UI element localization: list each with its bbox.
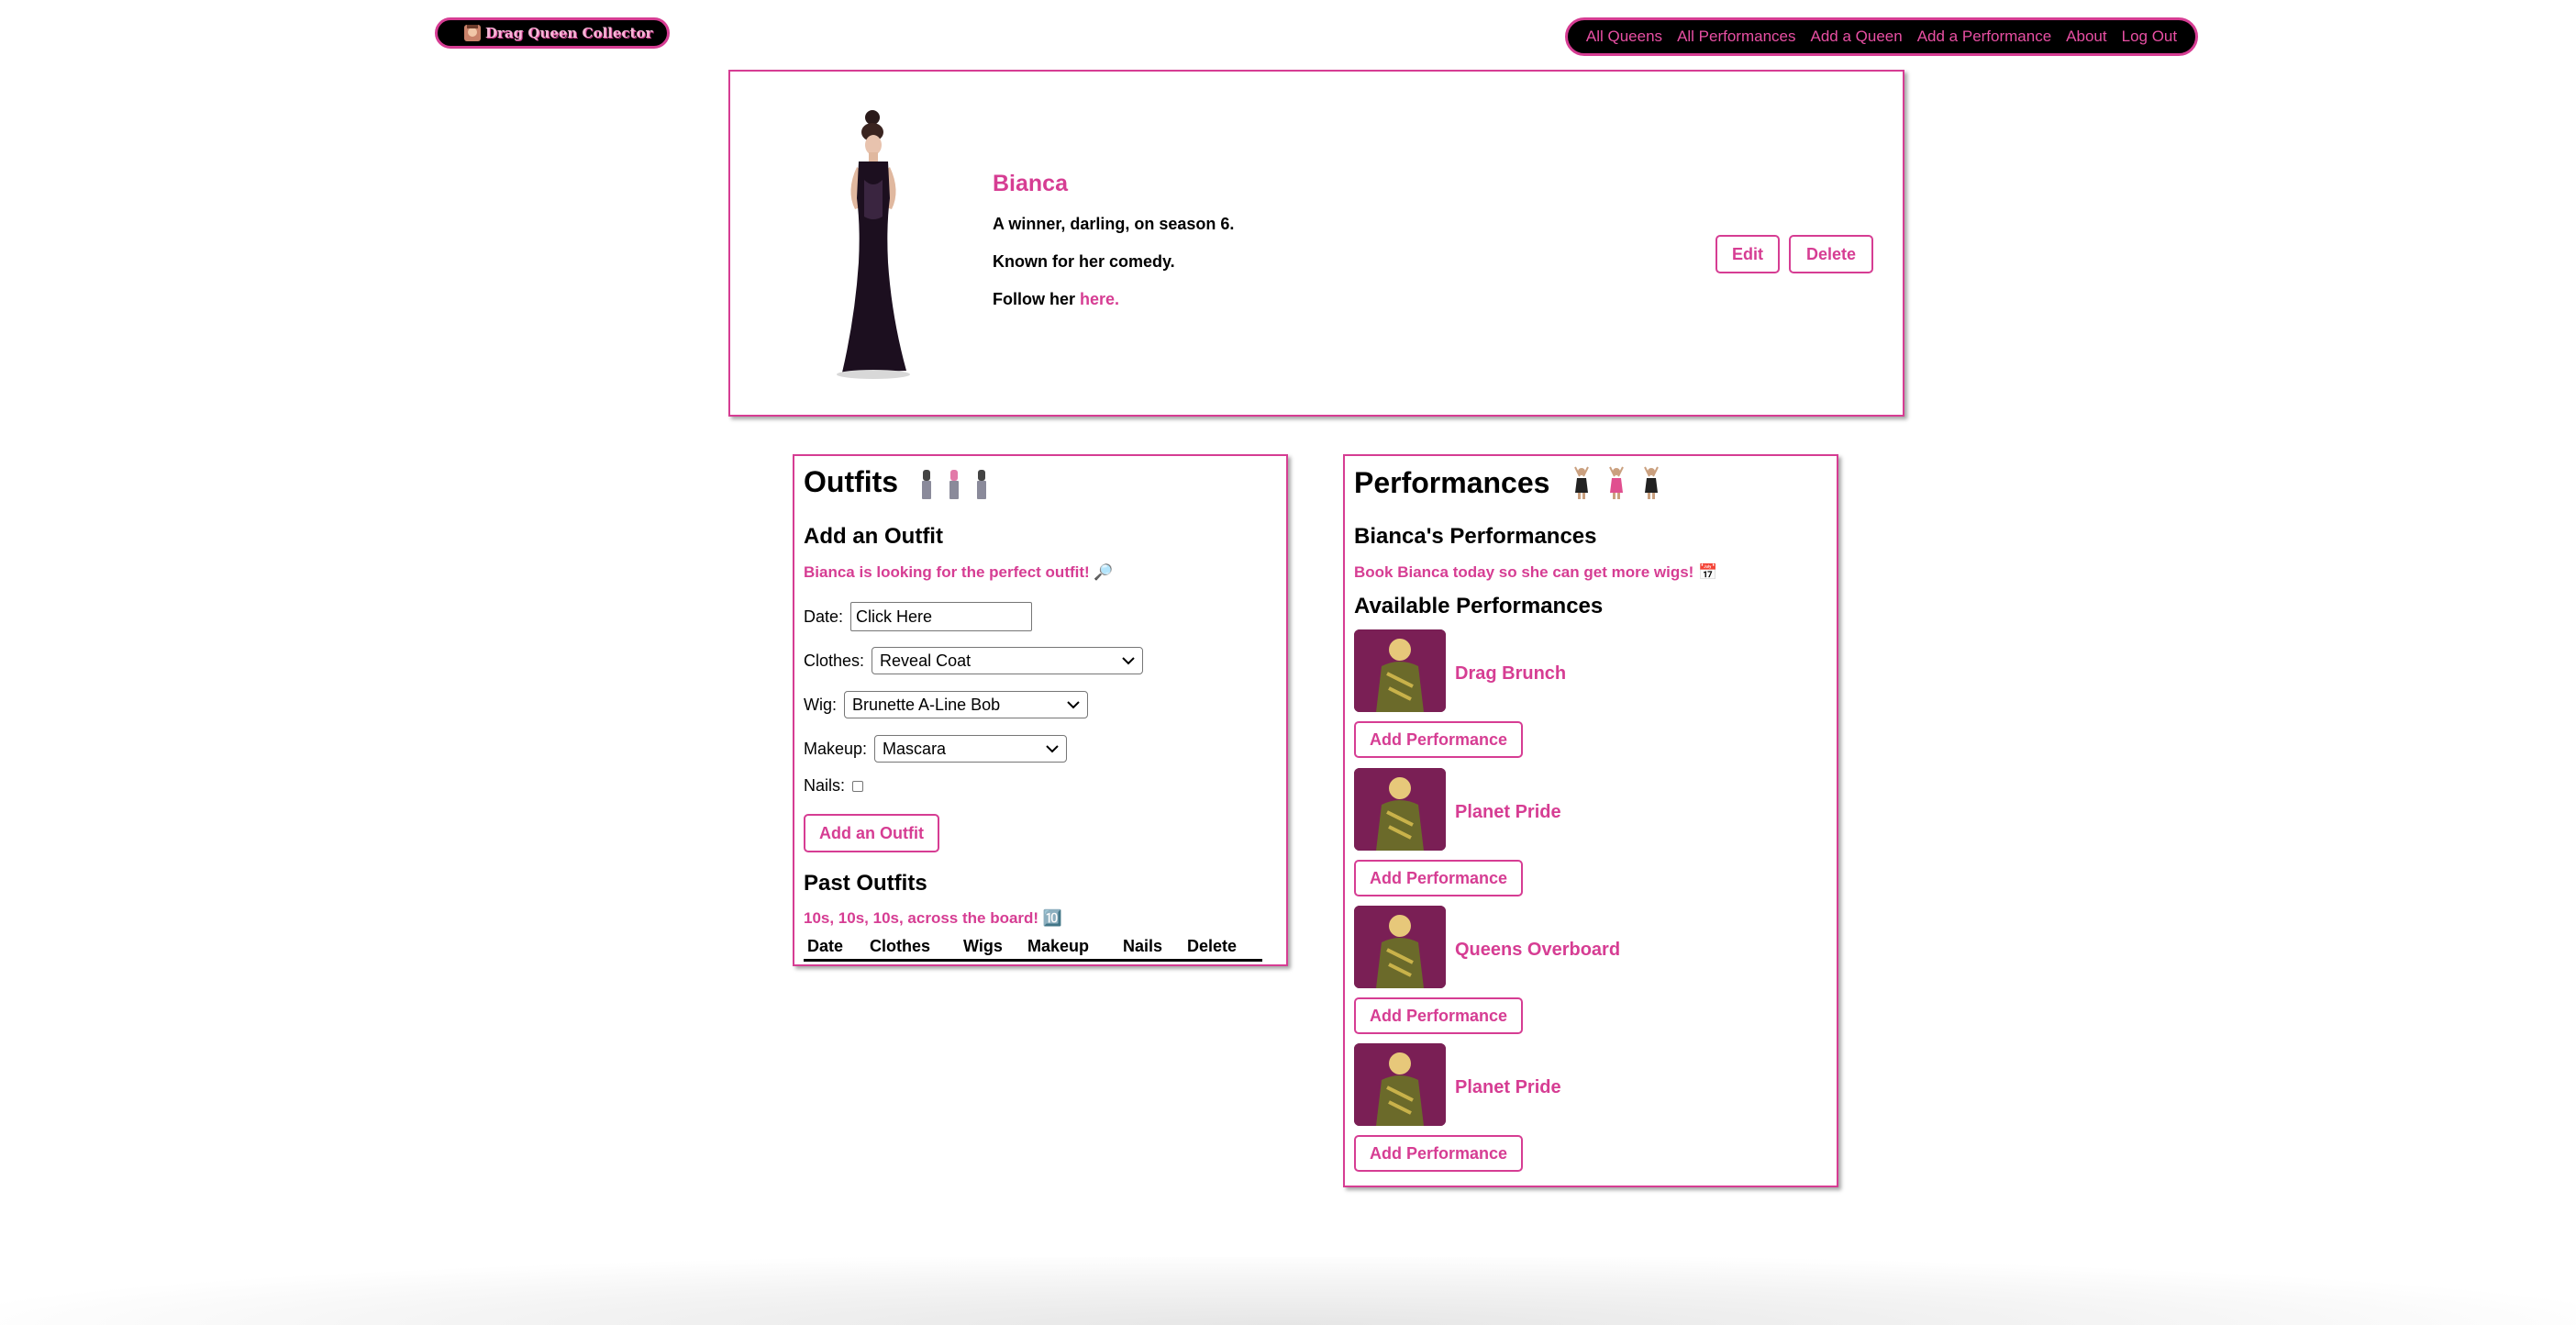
nav-all-performances[interactable]: All Performances <box>1677 28 1795 46</box>
edit-button[interactable]: Edit <box>1715 235 1780 273</box>
nav-add-performance[interactable]: Add a Performance <box>1917 28 2051 46</box>
nails-row: Nails: <box>804 776 864 796</box>
nav-all-queens[interactable]: All Queens <box>1586 28 1662 46</box>
makeup-select[interactable]: Mascara <box>874 735 1068 763</box>
nav-log-out[interactable]: Log Out <box>2122 28 2178 46</box>
col-wigs: Wigs <box>963 937 1003 955</box>
lipstick-icon <box>949 469 960 499</box>
nav-about[interactable]: About <box>2066 28 2106 46</box>
col-nails: Nails <box>1123 937 1163 955</box>
add-outfit-button[interactable]: Add an Outfit <box>804 814 939 852</box>
queen-known-for: Known for her comedy. <box>993 252 1175 271</box>
performance-image <box>1354 629 1446 712</box>
queen-face-icon <box>464 25 481 41</box>
performance-name[interactable]: Drag Brunch <box>1455 663 1566 685</box>
add-performance-button[interactable]: Add Performance <box>1354 721 1523 758</box>
add-performance-button[interactable]: Add Performance <box>1354 997 1523 1034</box>
clothes-select[interactable]: Reveal Coat <box>872 647 1144 674</box>
wig-row: Wig: Brunette A-Line Bob <box>804 691 1088 718</box>
outfits-table-header: Date Clothes Wigs Makeup Nails Delete <box>804 937 1262 962</box>
queen-performances-heading: Bianca's Performances <box>1354 524 1597 549</box>
makeup-label: Makeup: <box>804 739 868 758</box>
col-delete: Delete <box>1187 937 1238 955</box>
chevron-down-icon <box>1046 744 1059 752</box>
queen-season: A winner, darling, on season 6. <box>993 215 1235 233</box>
performance-name[interactable]: Planet Pride <box>1455 1077 1561 1098</box>
performance-image <box>1354 768 1446 851</box>
clothes-label: Clothes: <box>804 651 865 670</box>
makeup-selected: Mascara <box>883 739 947 758</box>
col-date: Date <box>807 937 844 955</box>
clothes-selected: Reveal Coat <box>880 651 972 670</box>
performance-image <box>1354 1043 1446 1126</box>
footer <box>0 1257 2576 1325</box>
add-outfit-heading: Add an Outfit <box>804 524 943 549</box>
dancer-icon <box>1644 466 1660 499</box>
date-input[interactable]: Click Here <box>850 602 1033 631</box>
date-label: Date: <box>804 607 844 626</box>
date-row: Date: Click Here <box>804 602 1033 631</box>
brand-title: Drag Queen Collector <box>485 25 653 41</box>
performance-image <box>1354 906 1446 988</box>
clothes-row: Clothes: Reveal Coat <box>804 647 1144 674</box>
queen-name: Bianca <box>993 171 1068 196</box>
brand-logo[interactable]: Drag Queen Collector <box>435 17 670 49</box>
wig-selected: Brunette A-Line Bob <box>852 695 1001 714</box>
queen-photo <box>837 110 910 379</box>
col-makeup: Makeup <box>1027 937 1090 955</box>
makeup-row: Makeup: Mascara <box>804 735 1068 763</box>
performances-panel: Performances Bianca's Performances Book … <box>1343 454 1838 1187</box>
wig-select[interactable]: Brunette A-Line Bob <box>844 691 1088 718</box>
delete-button[interactable]: Delete <box>1789 235 1873 273</box>
chevron-down-icon <box>1122 656 1135 664</box>
performances-title: Performances <box>1354 465 1550 499</box>
queen-performances-subtitle: Book Bianca today so she can get more wi… <box>1354 563 1718 581</box>
chevron-down-icon <box>1067 700 1080 708</box>
lipstick-icon <box>977 469 987 499</box>
performance-name[interactable]: Queens Overboard <box>1455 940 1620 961</box>
past-outfits-heading: Past Outfits <box>804 871 927 896</box>
follow-link[interactable]: here. <box>1080 290 1119 308</box>
outfits-title: Outfits <box>804 465 899 498</box>
wig-label: Wig: <box>804 695 837 714</box>
add-performance-button[interactable]: Add Performance <box>1354 1135 1523 1172</box>
queen-follow: Follow her here. <box>993 290 1119 309</box>
queen-detail-card: Bianca A winner, darling, on season 6. K… <box>728 70 1904 417</box>
nails-checkbox[interactable] <box>852 780 864 792</box>
past-outfits-subtitle: 10s, 10s, 10s, across the board! 🔟 <box>804 909 1062 927</box>
col-clothes: Clothes <box>870 937 931 955</box>
dancer-icon <box>1574 466 1590 499</box>
outfits-panel: Outfits Add an Outfit Bianca is looking … <box>793 454 1288 966</box>
performance-name[interactable]: Planet Pride <box>1455 802 1561 823</box>
outfits-heading: Outfits <box>804 465 988 499</box>
lipstick-icon <box>922 469 932 499</box>
nails-label: Nails: <box>804 776 846 795</box>
main-nav: All Queens All Performances Add a Queen … <box>1565 17 2198 56</box>
available-performances-heading: Available Performances <box>1354 594 1604 618</box>
follow-prefix: Follow her <box>993 290 1081 308</box>
performances-heading: Performances <box>1354 465 1661 500</box>
add-outfit-subtitle: Bianca is looking for the perfect outfit… <box>804 563 1114 581</box>
nav-add-queen[interactable]: Add a Queen <box>1811 28 1903 46</box>
dancer-icon <box>1609 466 1625 499</box>
add-performance-button[interactable]: Add Performance <box>1354 860 1523 896</box>
